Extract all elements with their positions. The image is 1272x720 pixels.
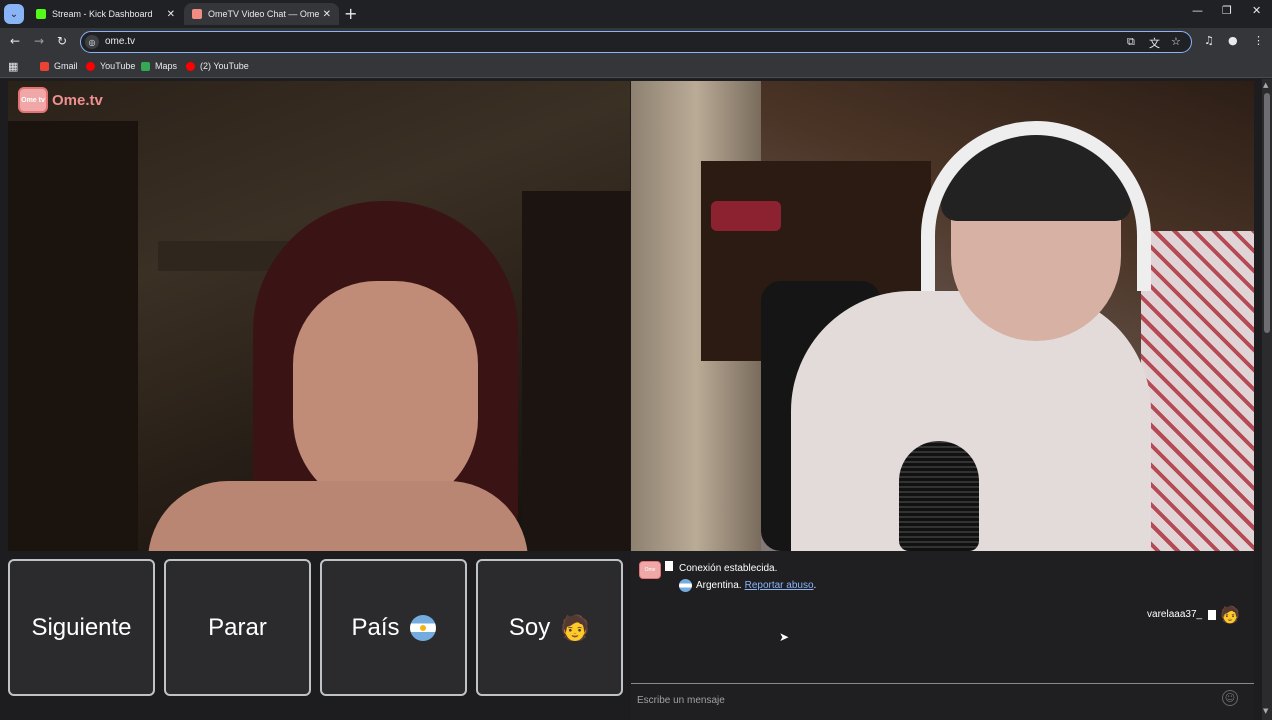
control-buttons: Siguiente Parar País Soy 🧑 (8, 559, 624, 699)
system-badge (665, 561, 673, 571)
bookmark-label: YouTube (100, 61, 136, 71)
close-tab-icon[interactable]: ✕ (323, 9, 331, 20)
country-button[interactable]: País (320, 559, 467, 696)
emoji-icon[interactable]: ☺ (1222, 690, 1238, 706)
face (293, 281, 478, 511)
forward-icon[interactable]: → (34, 34, 44, 48)
message-input-area: ☺ (631, 683, 1254, 720)
ometv-logo: Ome tv Ome.tv (18, 87, 103, 113)
stranger-video: Ome tv Ome.tv (8, 81, 630, 551)
stranger-country-line: Argentina. Reportar abuso. (679, 579, 816, 592)
bookmark-maps[interactable]: Maps (141, 61, 177, 71)
tab-ometv[interactable]: OmeTV Video Chat — Ome ✕ (184, 3, 339, 25)
bookmark-label: Gmail (54, 61, 78, 71)
close-tab-icon[interactable]: ✕ (167, 9, 175, 20)
wall-print (1141, 231, 1254, 551)
scroll-up-icon[interactable]: ▲ (1263, 81, 1268, 89)
tab-title: OmeTV Video Chat — Ome (208, 9, 319, 19)
tab-title: Stream - Kick Dashboard (52, 9, 153, 19)
bookmark-label: Maps (155, 61, 178, 71)
next-button[interactable]: Siguiente (8, 559, 155, 696)
new-tab-icon[interactable]: + (344, 4, 357, 23)
tab-kick-dashboard[interactable]: Stream - Kick Dashboard ✕ (28, 3, 183, 25)
stranger-country: Argentina. (696, 580, 742, 591)
bookmark-label: (2) YouTube (200, 61, 249, 71)
chat-panel: Ome Conexión establecida. Argentina. Rep… (631, 551, 1254, 720)
page-scrollbar[interactable]: ▲ ▼ (1262, 79, 1272, 720)
bookmark-gmail[interactable]: Gmail (40, 61, 78, 71)
apps-grid-icon[interactable]: ▦ (8, 60, 18, 73)
site-info-icon[interactable]: ◎ (85, 35, 99, 49)
argentina-flag-icon (409, 614, 436, 641)
self-user-tag: varelaaa37_ 🧑 (1147, 605, 1240, 624)
self-username: varelaaa37_ (1147, 609, 1203, 620)
country-button-label: País (351, 613, 400, 641)
gmail-icon (40, 61, 49, 71)
door-frame (8, 121, 138, 551)
bookmark-youtube-2[interactable]: (2) YouTube (186, 61, 249, 71)
self-video (631, 81, 1254, 551)
boy-face-icon: 🧑 (560, 613, 591, 642)
door-right (522, 191, 630, 551)
bookmarks-bar: ▦ Gmail YouTube Maps (2) YouTube (0, 56, 1272, 78)
tab-search-icon[interactable]: ⌄ (4, 4, 24, 24)
bookmark-youtube[interactable]: YouTube (86, 61, 135, 71)
connection-status: Conexión establecida. (679, 563, 778, 574)
address-bar[interactable]: ◎ ome.tv ⧉ 文 ☆ (80, 31, 1192, 53)
stop-button-label: Parar (208, 613, 267, 641)
translate-icon[interactable]: 文 (1149, 35, 1160, 51)
ometv-logo-text: Ome.tv (52, 91, 103, 109)
kick-favicon-icon (36, 9, 46, 19)
scroll-thumb[interactable] (1264, 93, 1270, 333)
url-text: ome.tv (105, 36, 136, 47)
bookmark-star-icon[interactable]: ☆ (1171, 35, 1181, 48)
message-input[interactable] (637, 690, 1217, 710)
gender-button-label: Soy (508, 613, 551, 641)
media-control-icon[interactable]: ♫ (1204, 34, 1214, 47)
minimize-icon[interactable]: — (1192, 4, 1203, 17)
argentina-flag-icon (679, 579, 692, 592)
stop-button[interactable]: Parar (164, 559, 311, 696)
boy-face-icon: 🧑 (1220, 605, 1240, 624)
microphone (899, 441, 979, 551)
browser-tab-strip: ⌄ Stream - Kick Dashboard ✕ OmeTV Video … (0, 0, 1272, 28)
ometv-favicon-icon (192, 9, 202, 19)
reload-icon[interactable]: ↻ (57, 34, 67, 48)
youtube-icon (186, 61, 195, 71)
ometv-logo-icon: Ome tv (18, 87, 48, 113)
maps-icon (141, 61, 150, 71)
restore-icon[interactable]: ❐ (1222, 4, 1232, 17)
ometv-page: Ome tv Ome.tv Siguiente Parar País Soy 🧑 (0, 79, 1272, 720)
menu-kebab-icon[interactable]: ⋮ (1253, 34, 1264, 47)
cast-icon[interactable]: ⧉ (1127, 35, 1135, 49)
shoulders (148, 481, 528, 551)
close-window-icon[interactable]: ✕ (1252, 4, 1261, 17)
report-suffix: . (813, 580, 817, 591)
profile-avatar-icon[interactable]: ● (1228, 34, 1238, 47)
youtube-icon (86, 61, 95, 71)
user-badge (1208, 609, 1217, 620)
gender-button[interactable]: Soy 🧑 (476, 559, 623, 696)
red-bag (711, 201, 781, 231)
ometv-chat-logo-icon: Ome (639, 561, 661, 579)
headphones (921, 121, 1151, 291)
next-button-label: Siguiente (31, 613, 132, 641)
back-icon[interactable]: ← (10, 34, 20, 48)
browser-toolbar: ← → ↻ ◎ ome.tv ⧉ 文 ☆ ♫ ● ⋮ (0, 28, 1272, 56)
mouse-cursor-icon: ➤ (779, 630, 790, 644)
scroll-down-icon[interactable]: ▼ (1263, 707, 1268, 715)
report-abuse-link[interactable]: Reportar abuso (745, 580, 814, 591)
